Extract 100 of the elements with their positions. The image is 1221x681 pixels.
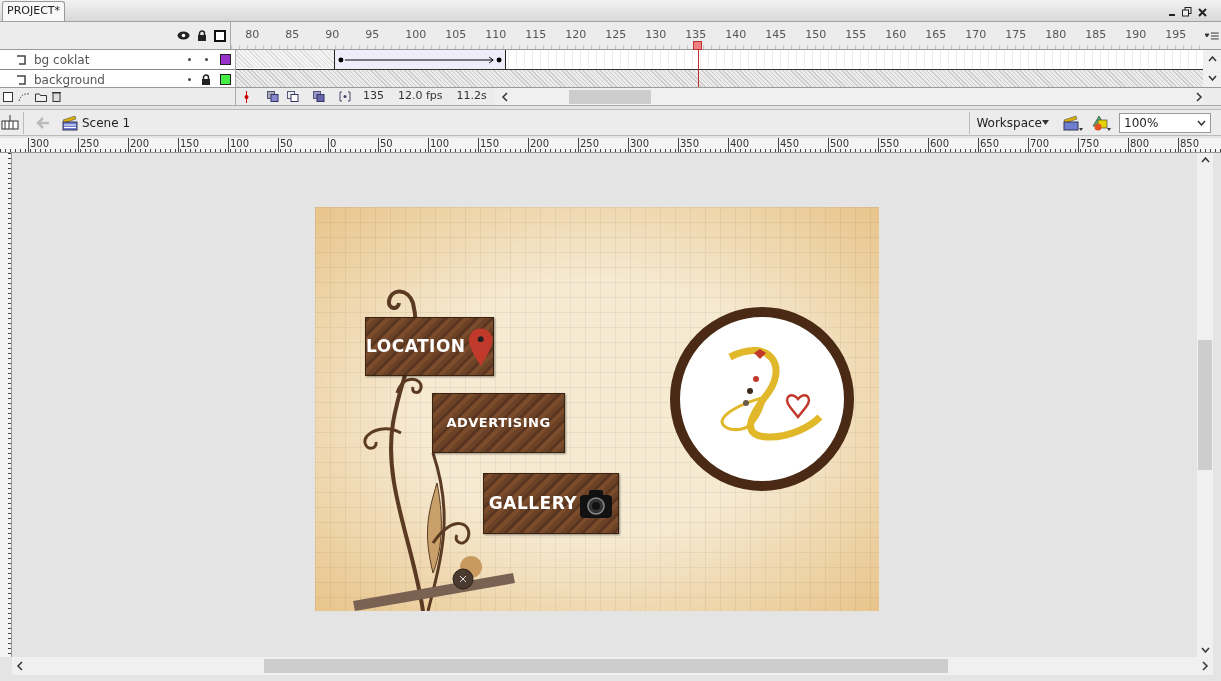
- layer-icon: [16, 74, 26, 85]
- ruler-number: 800: [1128, 138, 1178, 152]
- frame-rate: 12.0 fps: [398, 88, 443, 105]
- restore-icon[interactable]: [1182, 7, 1192, 17]
- ruler-number: 250: [578, 138, 628, 152]
- scroll-left-icon[interactable]: [500, 91, 509, 102]
- frame-number: 180: [1045, 28, 1067, 41]
- lock-icon[interactable]: [197, 30, 208, 41]
- frame-number: 145: [765, 28, 787, 41]
- edit-scene-icon[interactable]: [1063, 113, 1083, 132]
- ruler-number: 100: [228, 138, 278, 152]
- caret-icon: [1042, 120, 1049, 125]
- document-tab[interactable]: PROJECT*: [2, 1, 66, 21]
- frame-number: 130: [645, 28, 667, 41]
- scroll-right-icon[interactable]: [1195, 91, 1203, 102]
- camera-icon: [579, 488, 614, 519]
- ruler-number: 600: [928, 138, 978, 152]
- frame-number: 120: [565, 28, 587, 41]
- ruler-number: 150: [178, 138, 228, 152]
- ruler-number: 400: [728, 138, 778, 152]
- outline-square-icon[interactable]: [214, 29, 227, 42]
- layer-color-swatch[interactable]: [220, 74, 231, 85]
- layer-name: bg coklat: [34, 51, 91, 69]
- ruler-number: 700: [1028, 138, 1078, 152]
- playhead-line: [698, 50, 700, 87]
- motion-guide-icon[interactable]: [18, 91, 30, 102]
- scroll-down-icon[interactable]: [1200, 647, 1210, 653]
- frame-number: 175: [1005, 28, 1027, 41]
- ruler-number: 200: [528, 138, 578, 152]
- frame-number: 140: [725, 28, 747, 41]
- frame-number: 110: [485, 28, 507, 41]
- frame-number: 125: [605, 28, 627, 41]
- frame-number: 90: [325, 28, 340, 41]
- frame-number: 105: [445, 28, 467, 41]
- layer-name: background: [34, 71, 106, 87]
- frame-number: 190: [1125, 28, 1147, 41]
- wood-menu-button[interactable]: ADVERTISING: [432, 393, 565, 453]
- onion-outline-icon[interactable]: [287, 91, 299, 102]
- scroll-down-icon[interactable]: [1207, 74, 1217, 81]
- frame-number: 95: [365, 28, 380, 41]
- ruler-number: 650: [978, 138, 1028, 152]
- ruler-number: 250: [78, 138, 128, 152]
- stage-horizontal-scrollbar[interactable]: [12, 657, 1213, 675]
- scroll-up-icon[interactable]: [1207, 56, 1217, 63]
- scene-label[interactable]: Scene 1: [82, 113, 131, 132]
- workspace-menu[interactable]: Workspace: [976, 113, 1049, 132]
- horizontal-scrollbar[interactable]: [494, 88, 1203, 105]
- ruler-number: 0: [328, 138, 378, 152]
- frame-number: 80: [245, 28, 260, 41]
- frame-number: 160: [885, 28, 907, 41]
- frame-number: 185: [1085, 28, 1107, 41]
- ruler-number: 500: [828, 138, 878, 152]
- clapperboard-icon: [62, 114, 78, 131]
- layer-icon: [16, 54, 26, 65]
- ruler-number: 300: [28, 138, 78, 152]
- ruler-number: 200: [128, 138, 178, 152]
- trash-icon[interactable]: [52, 91, 61, 102]
- onion-skin-icon[interactable]: [267, 91, 279, 102]
- scroll-right-icon[interactable]: [1201, 661, 1209, 671]
- wood-menu-button[interactable]: GALLERY: [483, 473, 619, 534]
- frame-number: 155: [845, 28, 867, 41]
- layer-color-swatch[interactable]: [220, 54, 231, 65]
- map-pin-icon: [467, 326, 493, 367]
- scrollbar-thumb[interactable]: [264, 659, 948, 673]
- scroll-left-icon[interactable]: [16, 661, 24, 671]
- onion-markers-icon[interactable]: [339, 91, 351, 102]
- panel-menu-icon[interactable]: [1205, 31, 1219, 40]
- dropdown-caret-icon: [1197, 119, 1206, 126]
- edit-frames-icon[interactable]: [313, 91, 325, 102]
- playhead-marker[interactable]: [692, 41, 702, 50]
- vertical-scrollbar[interactable]: [1197, 153, 1213, 657]
- ruler-number: 850: [1178, 138, 1221, 152]
- elapsed-time: 11.2s: [456, 88, 487, 105]
- scroll-up-icon[interactable]: [1200, 157, 1210, 163]
- scrollbar-thumb[interactable]: [1198, 340, 1212, 470]
- frame-number: 85: [285, 28, 300, 41]
- new-layer-icon[interactable]: [3, 91, 13, 102]
- zoom-select[interactable]: 100%: [1119, 112, 1211, 133]
- ruler-number: 750: [1078, 138, 1128, 152]
- frame-number: 135: [685, 28, 707, 41]
- scrollbar-thumb[interactable]: [568, 89, 651, 104]
- timeline-toggle-icon[interactable]: [1, 114, 19, 131]
- center-frame-icon[interactable]: [244, 90, 249, 103]
- ruler-number: 350: [678, 138, 728, 152]
- eye-icon[interactable]: [177, 31, 191, 40]
- frame-number: 150: [805, 28, 827, 41]
- wood-menu-button[interactable]: LOCATION: [365, 317, 494, 376]
- frame-number: 170: [965, 28, 987, 41]
- folder-icon[interactable]: [35, 91, 47, 102]
- close-icon[interactable]: [1198, 7, 1207, 17]
- ruler-number: 100: [428, 138, 478, 152]
- motion-tween[interactable]: [334, 50, 506, 69]
- ruler-number: 450: [778, 138, 828, 152]
- frame-number: 100: [405, 28, 427, 41]
- ruler-number: 50: [378, 138, 428, 152]
- ruler-number: 50: [278, 138, 328, 152]
- frame-number: 195: [1165, 28, 1187, 41]
- edit-symbols-icon[interactable]: [1091, 113, 1111, 132]
- ruler-number: 300: [628, 138, 678, 152]
- current-frame: 135: [363, 88, 384, 105]
